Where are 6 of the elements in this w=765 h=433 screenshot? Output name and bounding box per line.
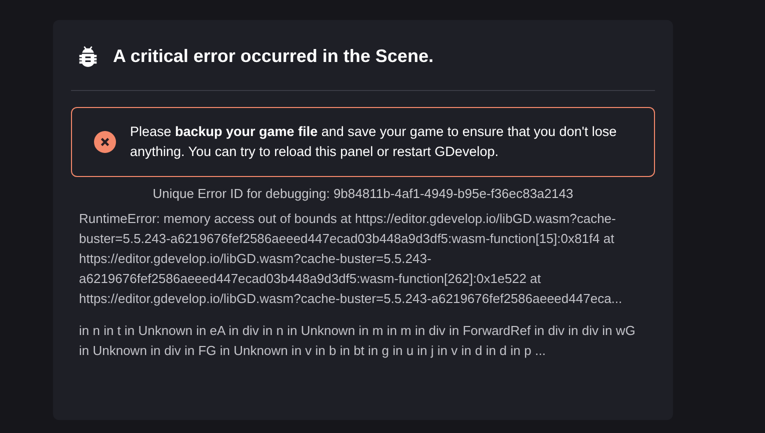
alert-message: Please backup your game file and save your game to ensure that you don't lose anything. You can try to reload this panel or restart GDevelop. <box>130 123 618 161</box>
error-message: RuntimeError: memory access out of bounds at https://editor.gdevelop.io/libGD.wasm?cache-buster=5.5.243-a6219676fef2586aeeed447ecad03b448a9d3df5:wasm-function[15]:0x81f4 at https://editor.gdevelop.io/libGD.wasm?cache-buster=5.5.243-a6219676fef2586aeeed447ecad03b448a9d3df5:wasm-function[262]:0x1e522 at https://editor.gdevelop.io/libGD.wasm?cache-buster=5.5.243-a6219676fef2586aeeed447eca... <box>78 210 624 308</box>
dialog-title: A critical error occurred in the Scene. <box>113 46 434 66</box>
error-id: Unique Error ID for debugging: 9b84811b-4af1-4949-b95e-f36ec83a2143 <box>152 186 574 201</box>
error-icon <box>94 131 116 153</box>
component-stack: in n in t in Unknown in eA in div in n in Unknown in m in m in div in ForwardRef in div in div in wG in Unknown in div in FG in Unknown in v in b in bt in g in u in j in v in d in d in p ... <box>78 322 636 360</box>
